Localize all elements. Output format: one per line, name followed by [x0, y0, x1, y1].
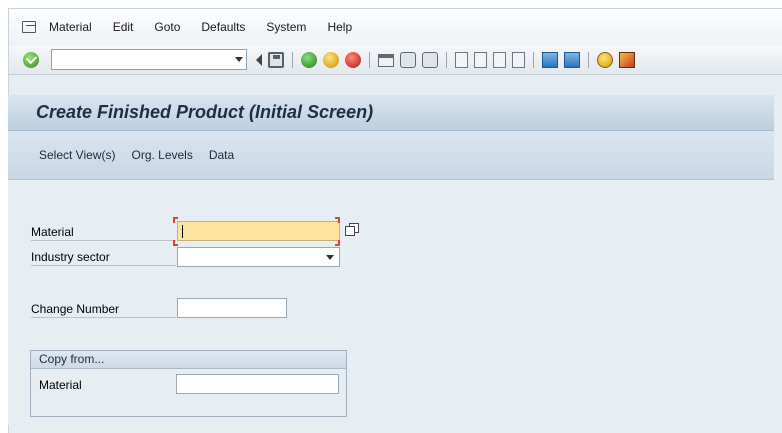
command-field-dropdown-icon[interactable] — [235, 57, 243, 62]
cancel-icon[interactable] — [345, 51, 361, 68]
back-icon[interactable] — [256, 53, 262, 66]
application-toolbar: Select View(s) Org. Levels Data — [8, 131, 774, 180]
focus-bracket-bottom-right — [335, 240, 340, 246]
menu-help[interactable]: Help — [327, 20, 352, 34]
menu-material[interactable]: Material — [49, 20, 92, 34]
print-icon[interactable] — [378, 54, 394, 67]
change-number-input[interactable] — [177, 298, 287, 318]
screen-title-bar: Create Finished Product (Initial Screen) — [8, 95, 774, 131]
toolbar-separator — [446, 51, 447, 68]
industry-sector-label: Industry sector — [31, 250, 176, 266]
first-page-icon[interactable] — [455, 51, 468, 68]
menu-goto[interactable]: Goto — [154, 20, 180, 34]
text-cursor — [182, 225, 183, 238]
menu-system[interactable]: System — [266, 20, 306, 34]
copy-from-group: Copy from... Material — [30, 350, 347, 417]
industry-sector-dropdown[interactable] — [177, 247, 340, 267]
toolbar-separator — [588, 51, 589, 68]
org-levels-button[interactable]: Org. Levels — [131, 148, 192, 162]
material-label: Material — [31, 225, 176, 241]
page-title: Create Finished Product (Initial Screen) — [36, 102, 374, 122]
data-button[interactable]: Data — [209, 148, 234, 162]
menu-defaults[interactable]: Defaults — [201, 20, 245, 34]
material-input[interactable] — [177, 221, 340, 241]
system-menu-icon[interactable] — [22, 21, 36, 33]
standard-toolbar — [9, 45, 782, 75]
exit-icon[interactable] — [323, 51, 339, 68]
copy-from-header: Copy from... — [31, 351, 346, 369]
previous-page-icon[interactable] — [474, 51, 487, 68]
enter-icon[interactable] — [23, 51, 39, 68]
focus-bracket-top-left — [173, 217, 178, 223]
help-icon[interactable] — [597, 51, 613, 68]
value-help-icon[interactable] — [345, 223, 360, 237]
focus-bracket-bottom-left — [173, 240, 178, 246]
toolbar-separator — [292, 51, 293, 68]
back-green-icon[interactable] — [301, 51, 317, 68]
last-page-icon[interactable] — [512, 51, 525, 68]
select-views-button[interactable]: Select View(s) — [39, 148, 115, 162]
shortcut-icon[interactable] — [564, 51, 580, 68]
toolbar-separator — [369, 51, 370, 68]
toolbar-separator — [533, 51, 534, 68]
save-icon[interactable] — [268, 51, 284, 68]
change-number-label: Change Number — [31, 302, 176, 318]
menu-edit[interactable]: Edit — [113, 20, 134, 34]
chevron-down-icon[interactable] — [326, 255, 334, 260]
copy-material-label: Material — [39, 378, 82, 392]
focus-bracket-top-right — [335, 217, 340, 223]
menu-bar: Material Edit Goto Defaults System Help — [9, 9, 782, 45]
find-icon[interactable] — [400, 51, 416, 68]
create-session-icon[interactable] — [542, 51, 558, 68]
command-field[interactable] — [51, 49, 247, 70]
next-page-icon[interactable] — [493, 51, 506, 68]
main-content: Material Industry sector Change Number C… — [8, 180, 774, 425]
layout-icon[interactable] — [619, 51, 635, 68]
find-next-icon[interactable] — [422, 51, 438, 68]
copy-material-input[interactable] — [176, 374, 339, 394]
